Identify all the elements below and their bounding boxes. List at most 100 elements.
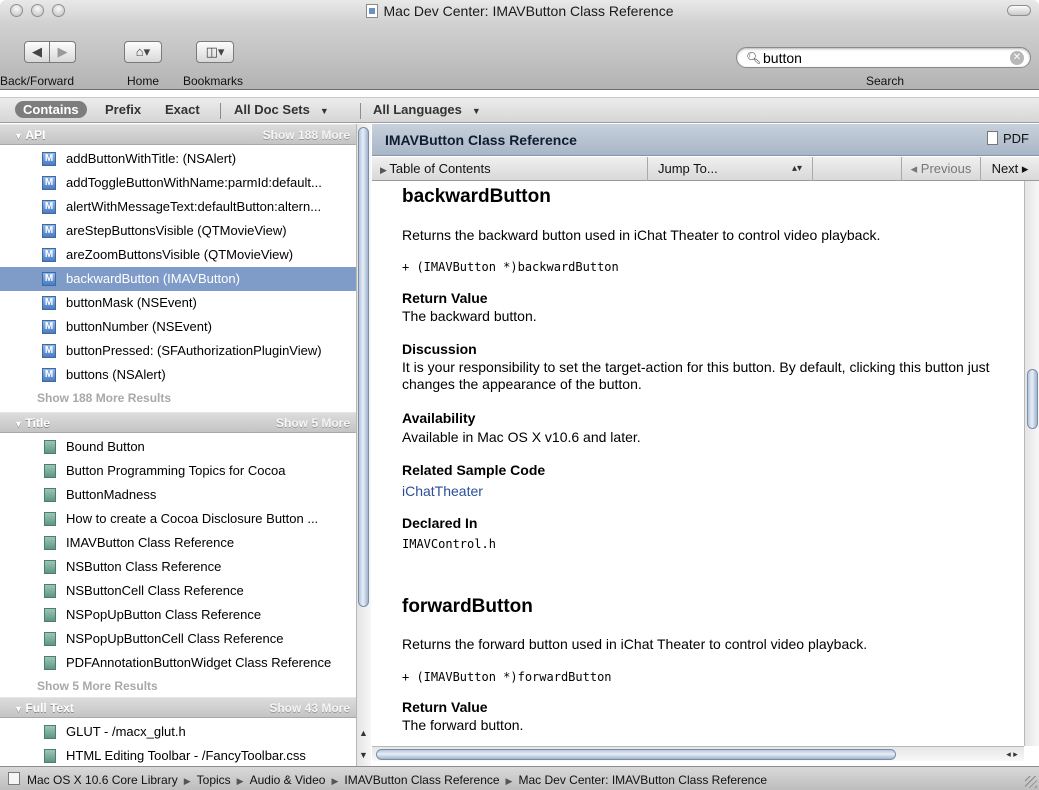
bookmarks-button[interactable]: ◫▾	[196, 41, 234, 63]
toolbar-toggle-button[interactable]	[1007, 5, 1031, 16]
title-bar: Mac Dev Center: IMAVButton Class Referen…	[0, 0, 1039, 22]
result-item[interactable]: ButtonMadness	[0, 483, 356, 507]
search-field[interactable]: 🔍︎ button ✕	[736, 47, 1031, 68]
result-item[interactable]: NSButton Class Reference	[0, 555, 356, 579]
full-text-show-more-link[interactable]: Show 43 More	[269, 701, 350, 715]
languages-menu[interactable]: All Languages ▼	[373, 102, 481, 117]
jump-to-menu[interactable]: Jump To... ▴▾	[648, 157, 813, 181]
result-item[interactable]: MbuttonPressed: (SFAuthorizationPluginVi…	[0, 339, 356, 363]
result-item[interactable]: IMAVButton Class Reference	[0, 531, 356, 555]
result-item[interactable]: HTML Editing Toolbar - /FancyToolbar.css	[0, 744, 356, 768]
return-value-heading: Return Value	[402, 290, 488, 306]
method-icon: M	[42, 272, 56, 286]
table-of-contents-toggle[interactable]: Table of Contents	[372, 157, 648, 181]
home-button[interactable]: ⌂▾	[124, 41, 162, 63]
pdf-button[interactable]: PDF	[987, 131, 1029, 146]
search-icon: 🔍︎	[746, 51, 762, 65]
full-text-section-header[interactable]: Full Text Show 43 More	[0, 697, 356, 718]
declared-in-heading: Declared In	[402, 515, 478, 531]
result-item[interactable]: MaddToggleButtonWithName:parmId:default.…	[0, 171, 356, 195]
result-item[interactable]: Bound Button	[0, 435, 356, 459]
search-label: Search	[866, 74, 905, 88]
title-section-header[interactable]: Title Show 5 More	[0, 412, 356, 433]
book-icon	[44, 536, 56, 550]
breadcrumb-separator-icon: ▶	[331, 776, 339, 786]
book-icon	[44, 632, 56, 646]
result-item-label: addToggleButtonWithName:parmId:default..…	[66, 175, 322, 190]
result-item[interactable]: NSButtonCell Class Reference	[0, 579, 356, 603]
result-item[interactable]: NSPopUpButton Class Reference	[0, 603, 356, 627]
result-item[interactable]: How to create a Cocoa Disclosure Button …	[0, 507, 356, 531]
title-show-more-results[interactable]: Show 5 More Results	[37, 679, 158, 693]
sample-code-link[interactable]: iChatTheater	[402, 483, 483, 499]
back-button[interactable]: ◀	[24, 41, 50, 63]
resize-grip-icon[interactable]	[1025, 776, 1037, 788]
search-results-pane: API Show 188 More MaddButtonWithTitle: (…	[0, 124, 371, 766]
method-heading: backwardButton	[402, 186, 551, 207]
filter-contains-button[interactable]: Contains	[15, 101, 87, 118]
result-item-label: NSButton Class Reference	[66, 559, 222, 574]
result-item[interactable]: NSPopUpButtonCell Class Reference	[0, 627, 356, 651]
breadcrumb-item[interactable]: Audio & Video	[250, 773, 326, 787]
breadcrumb-item[interactable]: Mac Dev Center: IMAVButton Class Referen…	[518, 773, 767, 787]
result-item[interactable]: MareZoomButtonsVisible (QTMovieView)	[0, 243, 356, 267]
breadcrumb: Mac OS X 10.6 Core Library ▶ Topics ▶ Audio …	[27, 772, 767, 787]
forward-button[interactable]: ▶	[50, 41, 76, 63]
title-show-more-link[interactable]: Show 5 More	[276, 416, 350, 430]
breadcrumb-item[interactable]: IMAVButton Class Reference	[344, 773, 499, 787]
result-item[interactable]: Button Programming Topics for Cocoa	[0, 459, 356, 483]
languages-label: All Languages	[373, 102, 462, 117]
doc-sets-menu[interactable]: All Doc Sets ▼	[234, 102, 329, 117]
result-item[interactable]: MbackwardButton (IMAVButton)	[0, 267, 356, 291]
availability-text: Available in Mac OS X v10.6 and later.	[402, 429, 641, 445]
breadcrumb-separator-icon: ▶	[183, 776, 191, 786]
home-icon: ⌂▾	[135, 44, 151, 59]
horizontal-scrollbar-thumb[interactable]	[376, 749, 896, 760]
path-bar: Mac OS X 10.6 Core Library ▶ Topics ▶ Audio …	[0, 766, 1039, 790]
breadcrumb-item[interactable]: Mac OS X 10.6 Core Library	[27, 773, 178, 787]
book-icon	[44, 512, 56, 526]
method-icon: M	[42, 152, 56, 166]
api-show-more-link[interactable]: Show 188 More	[263, 128, 350, 142]
result-item[interactable]: MareStepButtonsVisible (QTMovieView)	[0, 219, 356, 243]
forward-arrow-icon: ▶	[57, 44, 68, 59]
result-item[interactable]: PDFAnnotationButtonWidget Class Referenc…	[0, 651, 356, 675]
document-content: backwardButton Returns the backward butt…	[372, 181, 1024, 746]
result-item-label: GLUT - /macx_glut.h	[66, 724, 186, 739]
document-scrollbar-thumb[interactable]	[1027, 369, 1038, 429]
result-item[interactable]: GLUT - /macx_glut.h	[0, 720, 356, 744]
document-title: IMAVButton Class Reference	[385, 132, 577, 148]
method-summary: Returns the forward button used in iChat…	[402, 636, 868, 652]
filter-exact-button[interactable]: Exact	[165, 102, 200, 117]
result-item-label: HTML Editing Toolbar - /FancyToolbar.css	[66, 748, 306, 763]
api-section-header[interactable]: API Show 188 More	[0, 124, 356, 145]
scroll-up-arrow-icon[interactable]: ▲	[357, 726, 370, 740]
result-item[interactable]: MbuttonMask (NSEvent)	[0, 291, 356, 315]
results-scrollbar-thumb[interactable]	[358, 127, 369, 607]
chevron-down-icon: ▼	[319, 106, 329, 116]
filter-prefix-button[interactable]: Prefix	[105, 102, 141, 117]
bookmarks-label: Bookmarks	[183, 74, 244, 88]
full-text-section-title: Full Text	[14, 701, 73, 715]
document-scrollbar[interactable]	[1024, 181, 1039, 746]
book-icon	[44, 656, 56, 670]
result-item-label: PDFAnnotationButtonWidget Class Referenc…	[66, 655, 332, 670]
breadcrumb-item[interactable]: Topics	[197, 773, 231, 787]
clear-search-icon[interactable]: ✕	[1010, 51, 1024, 65]
method-summary: Returns the backward button used in iCha…	[402, 227, 881, 243]
toolbar: ◀ ▶ ⌂▾ ◫▾ Back/Forward Home Bookmarks 🔍︎…	[0, 22, 1039, 90]
document-proxy-icon[interactable]	[365, 4, 378, 18]
discussion-text: It is your responsibility to set the tar…	[402, 359, 990, 392]
horizontal-scroll-arrows-icon[interactable]: ◂ ▸	[1000, 747, 1024, 761]
result-item[interactable]: MalertWithMessageText:defaultButton:alte…	[0, 195, 356, 219]
result-item[interactable]: MbuttonNumber (NSEvent)	[0, 315, 356, 339]
result-item[interactable]: Mbuttons (NSAlert)	[0, 363, 356, 387]
previous-button[interactable]: ◂ Previous	[901, 157, 981, 181]
result-item[interactable]: MaddButtonWithTitle: (NSAlert)	[0, 147, 356, 171]
scroll-down-arrow-icon[interactable]: ▼	[357, 748, 370, 762]
window-title: Mac Dev Center: IMAVButton Class Referen…	[0, 3, 1039, 19]
api-show-more-results[interactable]: Show 188 More Results	[37, 391, 171, 405]
search-value: button	[763, 50, 802, 66]
library-icon	[8, 772, 20, 785]
next-button[interactable]: Next ▸	[981, 157, 1039, 181]
